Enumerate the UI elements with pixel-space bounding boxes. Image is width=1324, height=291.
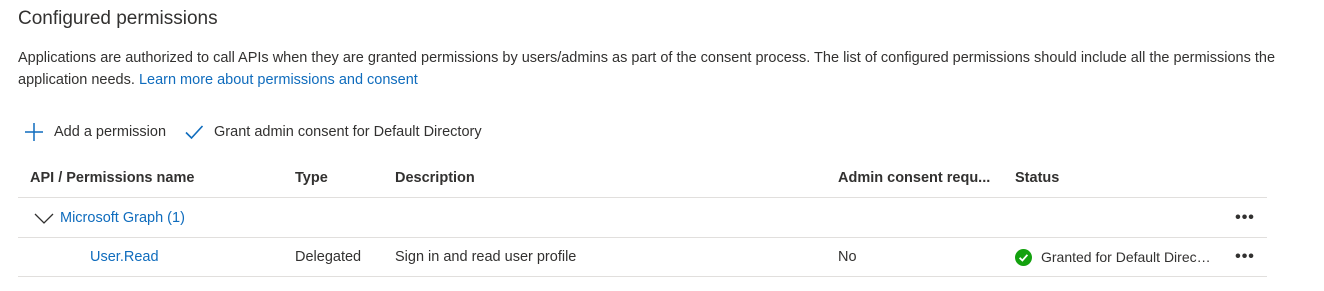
status-badge: Granted for Default Directory [1015, 248, 1213, 266]
permission-status: Granted for Default Directory [1015, 238, 1223, 276]
table-header-row: API / Permissions name Type Description … [18, 158, 1267, 198]
group-toggle[interactable]: Microsoft Graph (1) [34, 198, 185, 237]
checkmark-icon [185, 125, 204, 140]
column-header-name[interactable]: API / Permissions name [30, 158, 280, 197]
section-description: Applications are authorized to call APIs… [18, 47, 1278, 91]
permission-name-cell: User.Read [90, 238, 270, 276]
permission-more-options[interactable]: ••• [1230, 238, 1260, 276]
learn-more-link[interactable]: Learn more about permissions and consent [139, 72, 418, 88]
more-options-icon: ••• [1235, 248, 1255, 265]
group-name-link[interactable]: Microsoft Graph (1) [60, 210, 185, 226]
page-title: Configured permissions [18, 8, 218, 29]
table-row: User.Read Delegated Sign in and read use… [18, 238, 1267, 277]
add-permission-button[interactable]: Add a permission [24, 122, 166, 142]
plus-icon [25, 123, 43, 141]
permission-name-link[interactable]: User.Read [90, 249, 159, 265]
column-header-type[interactable]: Type [295, 158, 385, 197]
column-header-admin-consent[interactable]: Admin consent requ... [838, 158, 1006, 197]
permission-type: Delegated [295, 249, 362, 265]
group-row-microsoft-graph: Microsoft Graph (1) ••• [18, 198, 1267, 238]
grant-admin-consent-label: Grant admin consent for Default Director… [214, 124, 482, 140]
success-check-circle-icon [1015, 248, 1032, 266]
column-header-status[interactable]: Status [1015, 158, 1223, 197]
permission-description: Sign in and read user profile [395, 249, 577, 265]
status-text: Granted for Default Directory [1041, 249, 1213, 265]
column-header-description[interactable]: Description [395, 158, 825, 197]
grant-admin-consent-button[interactable]: Grant admin consent for Default Director… [184, 122, 482, 142]
add-permission-label: Add a permission [54, 124, 167, 140]
permission-admin-consent: No [838, 249, 857, 265]
permissions-table: API / Permissions name Type Description … [18, 158, 1267, 277]
more-options-icon: ••• [1235, 208, 1255, 226]
toolbar: Add a permission Grant admin consent for… [24, 118, 500, 146]
group-more-options[interactable]: ••• [1230, 198, 1260, 237]
chevron-down-icon [34, 213, 54, 224]
